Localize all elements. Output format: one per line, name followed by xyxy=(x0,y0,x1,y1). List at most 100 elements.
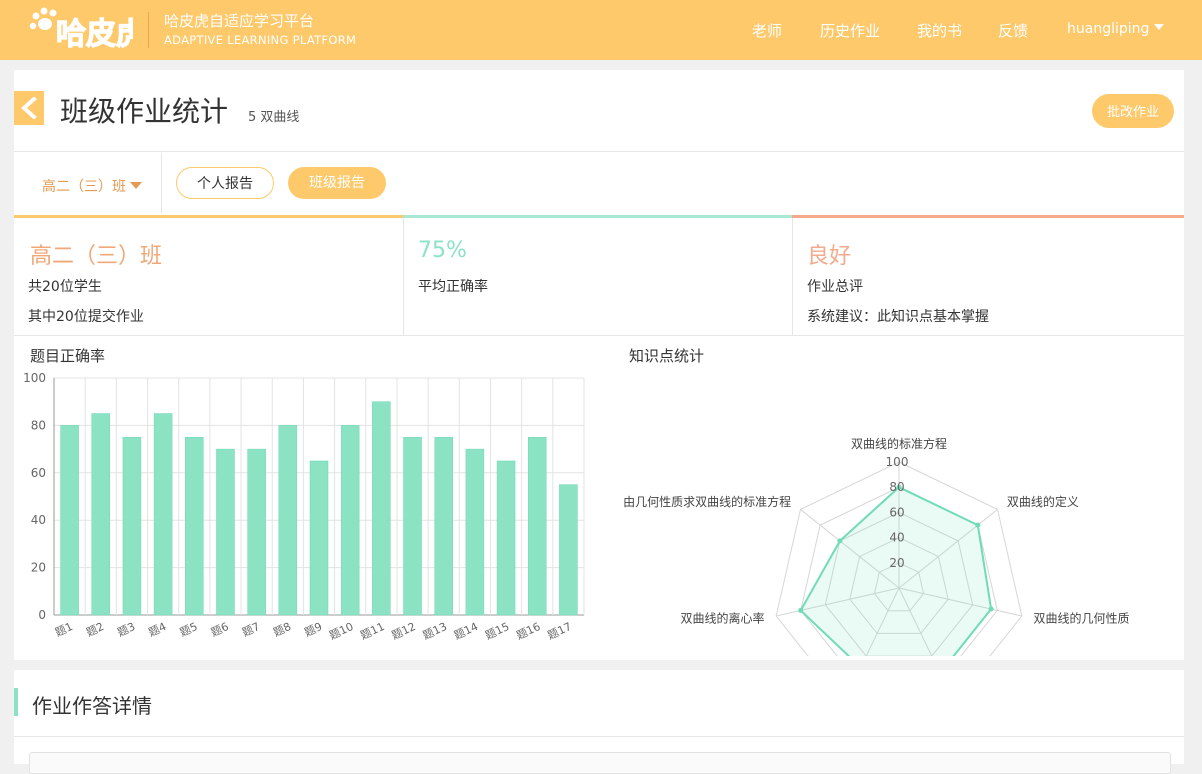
chevron-left-icon xyxy=(21,97,37,119)
x-tick-label: 题4 xyxy=(147,620,169,639)
x-tick-label: 题8 xyxy=(271,620,293,639)
stat-evaluation-label: 作业总评 xyxy=(807,279,863,295)
stat-class-name: 高二（三）班 xyxy=(30,244,163,269)
radar-tick-label: 20 xyxy=(889,556,904,570)
caret-down-icon xyxy=(1154,24,1165,30)
stat-suggestion: 系统建议：此知识点基本掌握 xyxy=(807,309,989,325)
y-tick-label: 60 xyxy=(31,466,46,480)
bar[interactable] xyxy=(216,448,235,616)
y-tick-label: 0 xyxy=(38,608,46,622)
radar-axis-label: 双曲线的标准方程 xyxy=(851,436,947,451)
x-tick-label: 题3 xyxy=(115,620,137,639)
radar-point[interactable] xyxy=(975,522,981,528)
bar[interactable] xyxy=(496,460,516,616)
class-dropdown[interactable]: 高二（三）班 xyxy=(42,176,142,196)
bar[interactable] xyxy=(247,448,266,616)
page-title: 班级作业统计 xyxy=(60,95,229,128)
radar-point[interactable] xyxy=(988,606,994,612)
bar[interactable] xyxy=(372,401,391,616)
brand-subtitle: ADAPTIVE LEARNING PLATFORM xyxy=(164,33,357,47)
class-dropdown-value: 高二（三）班 xyxy=(42,179,126,195)
main-card: 班级作业统计 5 双曲线 批改作业 高二（三）班 个人报告 班级报告 高二（三）… xyxy=(14,70,1184,660)
bar[interactable] xyxy=(559,484,578,616)
y-tick-label: 40 xyxy=(31,513,46,527)
bar[interactable] xyxy=(465,448,485,616)
caret-down-icon xyxy=(130,181,142,189)
stat-submitted-count: 其中20位提交作业 xyxy=(28,309,144,325)
radar-axis-label: 由几何性质求双曲线的标准方程 xyxy=(623,494,791,509)
stat-accuracy: 75% 平均正确率 xyxy=(404,218,792,335)
bar[interactable] xyxy=(278,425,298,616)
nav-history-homework[interactable]: 历史作业 xyxy=(820,20,880,41)
radar-point[interactable] xyxy=(798,607,804,613)
radar-axis-label: 双曲线的几何性质 xyxy=(1034,611,1130,626)
radar-axis-label: 双曲线的定义 xyxy=(1007,494,1079,509)
stat-evaluation: 良好 作业总评 系统建议：此知识点基本掌握 xyxy=(793,218,1184,335)
y-tick-label: 100 xyxy=(23,371,46,385)
bar[interactable] xyxy=(434,437,453,616)
bar-chart: 020406080100题1 题2 题3 题4 题5 题6 题7 题8 题9 题10 题11 题12 题… xyxy=(23,371,585,642)
y-tick-label: 20 xyxy=(31,561,46,575)
x-tick-label: 题1 xyxy=(53,620,75,639)
logo-text: 哈皮虎 xyxy=(56,17,133,52)
stat-class: 高二（三）班 共20位学生 其中20位提交作业 xyxy=(14,218,403,335)
x-tick-label: 题15 xyxy=(483,620,511,642)
radar-tick-label: 40 xyxy=(889,531,904,545)
x-tick-label: 题9 xyxy=(302,620,324,639)
bar[interactable] xyxy=(527,437,547,616)
x-tick-label: 题5 xyxy=(178,620,200,639)
nav-feedback[interactable]: 反馈 xyxy=(998,20,1028,41)
radar-point[interactable] xyxy=(837,538,843,544)
logo[interactable]: 哈皮虎 xyxy=(28,6,133,54)
radar-tick-label: 80 xyxy=(889,480,904,494)
tab-class-report[interactable]: 班级报告 xyxy=(288,167,386,199)
y-tick-label: 80 xyxy=(31,418,46,432)
bar[interactable] xyxy=(60,425,79,616)
nav-teacher[interactable]: 老师 xyxy=(752,20,782,41)
back-button[interactable] xyxy=(14,91,44,125)
radar-axis-label: 双曲线的离心率 xyxy=(680,611,764,626)
radar-tick-label: 100 xyxy=(886,455,909,469)
section-title: 作业作答详情 xyxy=(32,694,152,718)
divider xyxy=(14,736,1184,737)
x-tick-label: 题7 xyxy=(240,620,262,639)
tab-personal-report[interactable]: 个人报告 xyxy=(176,167,274,199)
bar[interactable] xyxy=(185,437,204,616)
brand-divider xyxy=(148,12,149,48)
x-tick-label: 题14 xyxy=(452,620,480,642)
bar[interactable] xyxy=(340,425,360,616)
bar[interactable] xyxy=(309,460,329,616)
x-tick-label: 题2 xyxy=(84,620,106,639)
divider xyxy=(161,153,162,214)
bar[interactable] xyxy=(403,437,422,616)
bar[interactable] xyxy=(153,413,173,616)
x-tick-label: 题13 xyxy=(421,620,449,642)
x-tick-label: 题10 xyxy=(327,620,355,642)
x-tick-label: 题16 xyxy=(514,620,542,642)
radar-chart: 20406080100双曲线的标准方程双曲线的定义双曲线的几何性质双曲线的渐近线… xyxy=(623,436,1130,656)
section-accent xyxy=(14,688,18,716)
bar-chart-title: 题目正确率 xyxy=(30,347,106,365)
detail-card: 作业作答详情 xyxy=(14,670,1184,774)
stat-evaluation-value: 良好 xyxy=(807,244,852,269)
nav-my-books[interactable]: 我的书 xyxy=(917,20,962,41)
stat-accuracy-value: 75% xyxy=(418,238,467,263)
radar-tick-label: 60 xyxy=(889,505,904,519)
stat-student-count: 共20位学生 xyxy=(28,279,102,295)
x-tick-label: 题11 xyxy=(358,620,386,642)
top-header: 哈皮虎 哈皮虎自适应学习平台 ADAPTIVE LEARNING PLATFOR… xyxy=(0,0,1202,60)
username: huangliping xyxy=(1067,21,1150,37)
grade-homework-button[interactable]: 批改作业 xyxy=(1092,94,1174,128)
page-subtitle: 5 双曲线 xyxy=(248,110,300,125)
brand-title: 哈皮虎自适应学习平台 xyxy=(164,12,315,30)
stat-accuracy-label: 平均正确率 xyxy=(418,279,488,295)
bar[interactable] xyxy=(122,437,142,616)
detail-panel xyxy=(29,752,1171,774)
user-menu[interactable]: huangliping xyxy=(1067,21,1165,37)
x-tick-label: 题12 xyxy=(390,620,418,642)
bar[interactable] xyxy=(91,413,111,616)
divider xyxy=(14,335,1184,336)
divider xyxy=(14,151,1184,152)
radar-chart-title: 知识点统计 xyxy=(629,347,705,365)
x-tick-label: 题17 xyxy=(546,620,574,642)
